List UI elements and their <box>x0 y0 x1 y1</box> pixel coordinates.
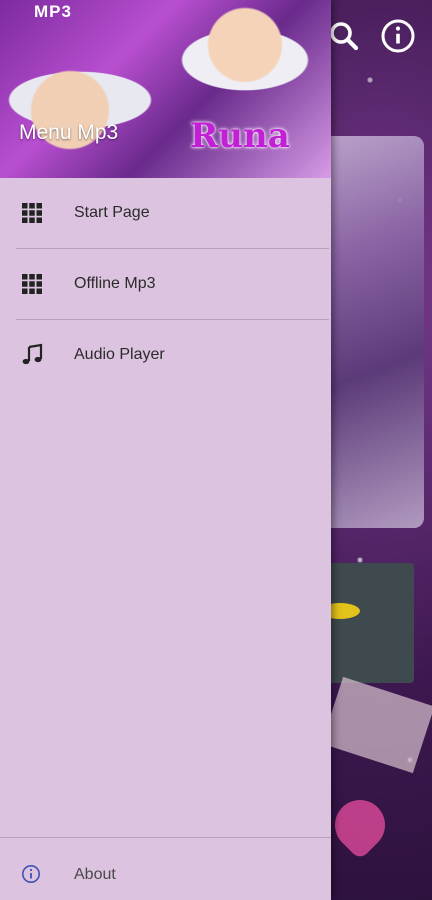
about-label: About <box>74 866 116 883</box>
info-circle-icon <box>21 864 41 884</box>
menu-item-label: Offline Mp3 <box>74 275 156 292</box>
navigation-drawer: MP3 Runa Menu Mp3 Start Page Offline Mp3… <box>0 0 331 900</box>
menu-item-about[interactable]: About <box>0 838 331 900</box>
menu-item-offline-mp3[interactable]: Offline Mp3 <box>0 249 331 319</box>
grid-icon <box>20 201 44 225</box>
header-logo-text: MP3 <box>34 2 72 21</box>
drawer-footer: About <box>0 837 331 900</box>
drawer-menu-list: Start Page Offline Mp3 Audio Player <box>0 178 331 390</box>
music-note-icon <box>20 343 44 367</box>
drawer-header: MP3 Runa Menu Mp3 <box>0 0 331 178</box>
background-decoration <box>321 676 432 774</box>
info-icon[interactable] <box>380 18 416 54</box>
app-screen: MP3 Runa Menu Mp3 Start Page Offline Mp3… <box>0 0 432 900</box>
heart-decoration <box>324 789 396 861</box>
menu-item-start-page[interactable]: Start Page <box>0 178 331 248</box>
grid-icon <box>20 272 44 296</box>
drawer-title: Menu Mp3 <box>19 121 119 144</box>
search-icon[interactable] <box>326 18 362 54</box>
header-artwork-text: Runa <box>190 116 290 156</box>
menu-item-audio-player[interactable]: Audio Player <box>0 320 331 390</box>
menu-item-label: Audio Player <box>74 346 165 363</box>
menu-item-label: Start Page <box>74 204 150 221</box>
